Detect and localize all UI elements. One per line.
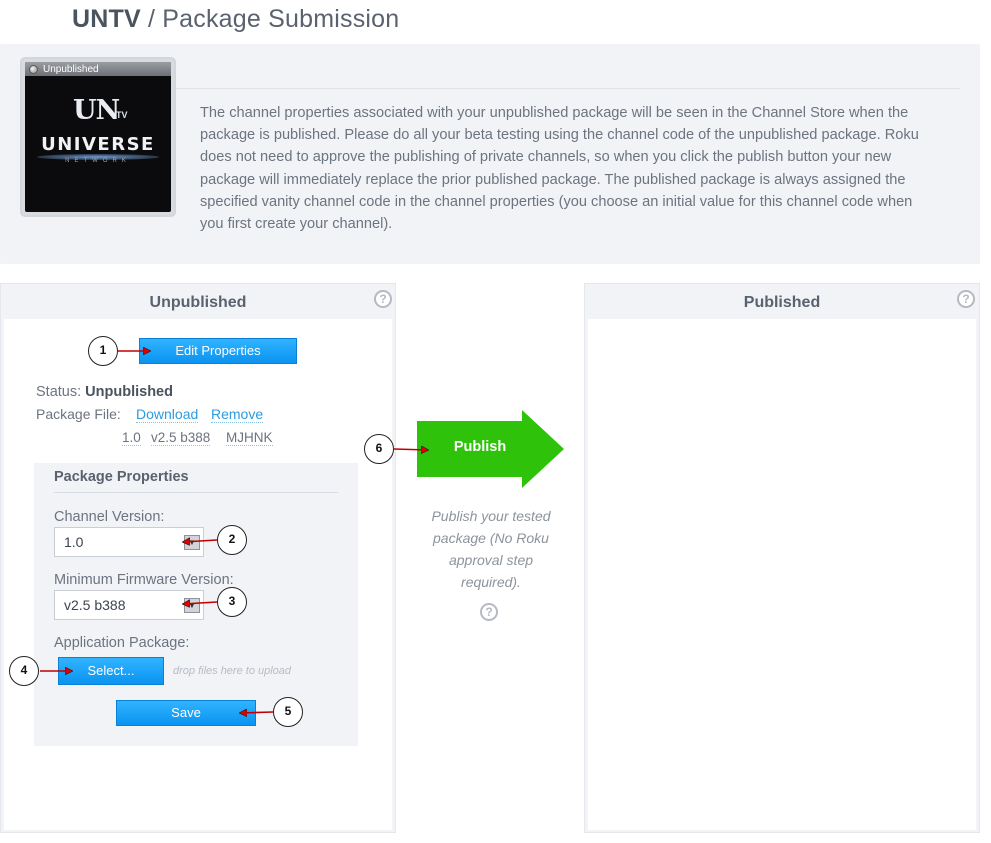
published-help-icon[interactable]: ? xyxy=(957,290,975,308)
callout-4: 4 xyxy=(9,656,39,686)
callout-5: 5 xyxy=(273,697,303,727)
publish-button[interactable] xyxy=(417,410,564,488)
package-code-link[interactable]: MJHNK xyxy=(226,430,273,446)
package-build: v2.5 b388 xyxy=(151,430,211,446)
package-properties-title: Package Properties xyxy=(54,469,189,485)
save-button[interactable]: Save xyxy=(116,700,256,726)
channel-name: UNTV xyxy=(72,5,141,33)
info-description: The channel properties associated with y… xyxy=(200,105,919,233)
channel-version-value: 1.0 xyxy=(64,534,84,550)
edit-properties-button[interactable]: Edit Properties xyxy=(139,338,297,364)
status-dot-icon xyxy=(29,64,38,74)
status-value: Unpublished xyxy=(85,384,173,400)
unpublished-heading: Unpublished xyxy=(149,294,247,311)
remove-link[interactable]: Remove xyxy=(211,406,264,423)
logo-wordmark: UNIVERSE xyxy=(41,134,155,155)
package-properties-divider xyxy=(54,492,338,493)
select-file-button[interactable]: Select... xyxy=(58,657,164,685)
channel-thumbnail: Unpublished UN TV UNIVERSE NETWORK xyxy=(20,57,176,217)
logo-un: UN xyxy=(73,95,120,126)
thumbnail-status-label: Unpublished xyxy=(43,63,99,75)
unpublished-help-icon[interactable]: ? xyxy=(374,290,392,308)
page-title: UNTV / Package Submission xyxy=(72,5,399,34)
thumbnail-image: Unpublished UN TV UNIVERSE NETWORK xyxy=(25,62,171,212)
publish-note: Publish your tested package (No Roku app… xyxy=(431,508,551,590)
publish-help-icon[interactable]: ? xyxy=(480,603,498,621)
package-version: 1.0 xyxy=(122,430,141,446)
logo-tv: TV xyxy=(116,110,128,120)
published-heading: Published xyxy=(743,294,821,311)
min-firmware-value: v2.5 b388 xyxy=(64,597,126,613)
min-firmware-label: Minimum Firmware Version: xyxy=(54,572,234,588)
callout-1: 1 xyxy=(88,336,118,366)
app-package-label: Application Package: xyxy=(54,635,190,651)
title-text: Package Submission xyxy=(162,5,400,33)
channel-version-label: Channel Version: xyxy=(54,509,165,525)
status-line: Status: Unpublished xyxy=(36,384,173,400)
thumbnail-status-bar: Unpublished xyxy=(25,62,171,76)
drop-zone-hint[interactable]: drop files here to upload xyxy=(173,665,291,677)
download-link[interactable]: Download xyxy=(136,406,199,423)
published-body xyxy=(588,319,976,830)
package-file-label: Package File: xyxy=(36,406,121,422)
status-label: Status: xyxy=(36,384,86,400)
channel-version-select[interactable]: 1.0 ▼ xyxy=(54,527,204,557)
callout-3: 3 xyxy=(217,587,247,617)
title-separator: / xyxy=(140,5,163,33)
callout-6: 6 xyxy=(364,434,394,464)
chevron-down-icon[interactable]: ▼ xyxy=(184,598,200,613)
chevron-down-icon[interactable]: ▼ xyxy=(184,535,200,550)
logo-subtitle: NETWORK xyxy=(65,158,131,164)
min-firmware-select[interactable]: v2.5 b388 ▼ xyxy=(54,590,204,620)
published-panel: Published ? xyxy=(584,283,980,833)
callout-2: 2 xyxy=(217,525,247,555)
